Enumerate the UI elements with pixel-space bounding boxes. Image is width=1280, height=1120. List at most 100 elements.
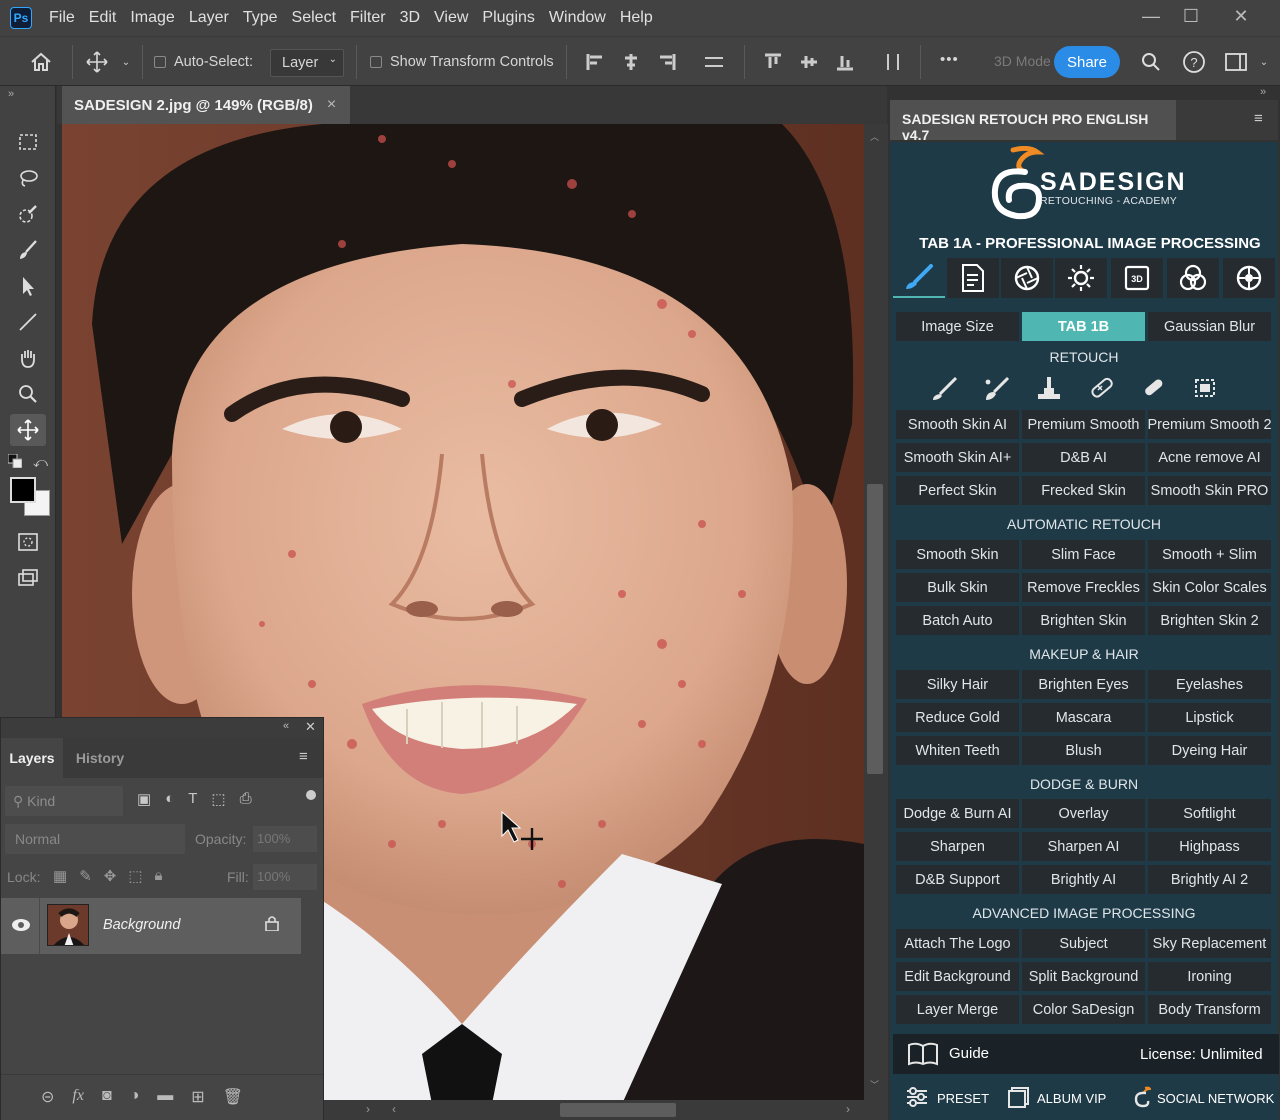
brightly-ai-2-button[interactable]: Brightly AI 2 — [1148, 865, 1271, 894]
split-background-button[interactable]: Split Background — [1022, 962, 1145, 991]
brush-tool-icon[interactable] — [930, 374, 960, 404]
lock-artboard-icon[interactable]: ⬚ — [128, 867, 142, 885]
document-tab[interactable]: SADESIGN 2.jpg @ 149% (RGB/8) × — [62, 86, 351, 124]
auto-select-dropdown[interactable]: Layer ⌄ — [270, 49, 344, 77]
align-left-icon[interactable] — [584, 51, 606, 73]
close-panel-icon[interactable]: ✕ — [305, 719, 316, 735]
expand-panel-icon[interactable]: » — [1260, 86, 1266, 98]
edit-background-button[interactable]: Edit Background — [896, 962, 1019, 991]
align-middle-v-icon[interactable] — [798, 51, 820, 73]
blend-mode-dropdown[interactable]: Normal — [5, 824, 185, 854]
smooth-skin-pro-button[interactable]: Smooth Skin PRO — [1148, 476, 1271, 505]
quick-select-icon[interactable] — [10, 198, 46, 230]
chevron-down-icon[interactable]: ⌄ — [1256, 53, 1272, 71]
menu-file[interactable]: File — [42, 9, 82, 27]
workspace-icon[interactable] — [1222, 49, 1250, 75]
horizontal-scrollbar[interactable]: › ‹ › — [322, 1100, 888, 1120]
add-mask-icon[interactable]: ◙ — [102, 1087, 112, 1107]
panel-menu-icon[interactable]: ≡ — [1254, 110, 1263, 127]
foreground-color-swatch[interactable] — [10, 477, 36, 503]
new-layer-icon[interactable]: ⊞ — [191, 1087, 204, 1107]
smooth-skin-ai-button[interactable]: Smooth Skin AI — [896, 410, 1019, 439]
brighten-eyes-button[interactable]: Brighten Eyes — [1022, 670, 1145, 699]
mixer-brush-icon[interactable] — [982, 374, 1012, 404]
plugin-tab-title[interactable]: SADESIGN RETOUCH PRO ENGLISH v4.7 — [890, 100, 1176, 143]
highpass-button[interactable]: Highpass — [1148, 832, 1271, 861]
vertical-scroll-thumb[interactable] — [867, 484, 883, 774]
spot-healing-icon[interactable] — [1138, 374, 1168, 404]
premium-smooth-button[interactable]: Premium Smooth — [1022, 410, 1145, 439]
eyelashes-button[interactable]: Eyelashes — [1148, 670, 1271, 699]
smooth-skin-button[interactable]: Smooth Skin — [896, 540, 1019, 569]
ironing-button[interactable]: Ironing — [1148, 962, 1271, 991]
tab-3d-icon[interactable]: 3D — [1111, 258, 1163, 298]
hand-icon[interactable] — [10, 342, 46, 374]
distribute-v-icon[interactable] — [882, 51, 904, 73]
opacity-input[interactable]: 100% — [253, 826, 317, 852]
brighten-skin-2-button[interactable]: Brighten Skin 2 — [1148, 606, 1271, 635]
screen-mode-icon[interactable] — [10, 562, 46, 594]
gaussian-blur-button[interactable]: Gaussian Blur — [1148, 312, 1271, 341]
perfect-skin-button[interactable]: Perfect Skin — [896, 476, 1019, 505]
lasso-icon[interactable] — [10, 162, 46, 194]
line-icon[interactable] — [10, 306, 46, 338]
default-colors-icon[interactable] — [7, 453, 23, 469]
home-icon[interactable] — [26, 49, 56, 75]
quick-mask-icon[interactable] — [10, 526, 46, 558]
help-icon[interactable]: ? — [1180, 49, 1208, 75]
share-button[interactable]: Share — [1054, 46, 1120, 78]
fx-icon[interactable]: fx — [72, 1087, 84, 1107]
smart-object-filter-icon[interactable]: ⎙ — [240, 790, 252, 808]
shape-filter-icon[interactable]: ⬚ — [211, 790, 225, 808]
acne-remove-ai-button[interactable]: Acne remove AI — [1148, 443, 1271, 472]
sharpen-ai-button[interactable]: Sharpen AI — [1022, 832, 1145, 861]
silky-hair-button[interactable]: Silky Hair — [896, 670, 1019, 699]
blush-button[interactable]: Blush — [1022, 736, 1145, 765]
clone-stamp-icon[interactable] — [1034, 374, 1064, 404]
menu-select[interactable]: Select — [285, 9, 343, 27]
panel-menu-icon[interactable]: ≡ — [299, 748, 308, 765]
menu-edit[interactable]: Edit — [82, 9, 124, 27]
social-network-button[interactable]: SOCIAL NETWORK — [1133, 1086, 1274, 1111]
lock-position-icon[interactable]: ✥ — [104, 867, 117, 885]
adjustment-filter-icon[interactable]: ◐ — [165, 790, 174, 808]
auto-select-checkbox[interactable] — [154, 56, 166, 68]
color-sadesign-button[interactable]: Color SaDesign — [1022, 995, 1145, 1024]
menu-3d[interactable]: 3D — [393, 9, 427, 27]
chevron-down-icon[interactable]: ⌄ — [118, 53, 134, 71]
subject-button[interactable]: Subject — [1022, 929, 1145, 958]
tab-color-circles-icon[interactable] — [1167, 258, 1219, 298]
collapse-panel-icon[interactable]: « — [283, 720, 289, 732]
whiten-teeth-button[interactable]: Whiten Teeth — [896, 736, 1019, 765]
move-icon[interactable] — [10, 414, 46, 446]
path-select-icon[interactable] — [10, 270, 46, 302]
tab-shutter-icon[interactable] — [1223, 258, 1275, 298]
bulk-skin-button[interactable]: Bulk Skin — [896, 573, 1019, 602]
healing-brush-icon[interactable] — [1086, 374, 1116, 404]
search-icon[interactable] — [1138, 49, 1164, 75]
smooth-plus-slim-button[interactable]: Smooth + Slim — [1148, 540, 1271, 569]
fill-input[interactable]: 100% — [253, 864, 317, 890]
guide-link[interactable]: Guide — [949, 1045, 989, 1062]
softlight-button[interactable]: Softlight — [1148, 799, 1271, 828]
reduce-gold-button[interactable]: Reduce Gold — [896, 703, 1019, 732]
swap-colors-icon[interactable]: ⤺ — [33, 454, 48, 471]
mascara-button[interactable]: Mascara — [1022, 703, 1145, 732]
show-transform-checkbox[interactable] — [370, 56, 382, 68]
overlay-button[interactable]: Overlay — [1022, 799, 1145, 828]
image-filter-icon[interactable]: ▣ — [137, 790, 151, 808]
distribute-icon[interactable] — [702, 51, 726, 73]
lipstick-button[interactable]: Lipstick — [1148, 703, 1271, 732]
tab-document-icon[interactable] — [947, 258, 999, 298]
panel-expand-icon[interactable]: › — [366, 1102, 370, 1116]
more-options-button[interactable]: ••• — [940, 51, 959, 68]
align-top-icon[interactable] — [762, 51, 784, 73]
menu-layer[interactable]: Layer — [182, 9, 236, 27]
tab-layers[interactable]: Layers — [1, 738, 63, 778]
remove-freckles-button[interactable]: Remove Freckles — [1022, 573, 1145, 602]
dodge-and-burn-ai-button[interactable]: Dodge & Burn AI — [896, 799, 1019, 828]
skin-color-scales-button[interactable]: Skin Color Scales — [1148, 573, 1271, 602]
layer-row[interactable]: Background — [1, 898, 301, 954]
dyeing-hair-button[interactable]: Dyeing Hair — [1148, 736, 1271, 765]
sky-replacement-button[interactable]: Sky Replacement — [1148, 929, 1271, 958]
